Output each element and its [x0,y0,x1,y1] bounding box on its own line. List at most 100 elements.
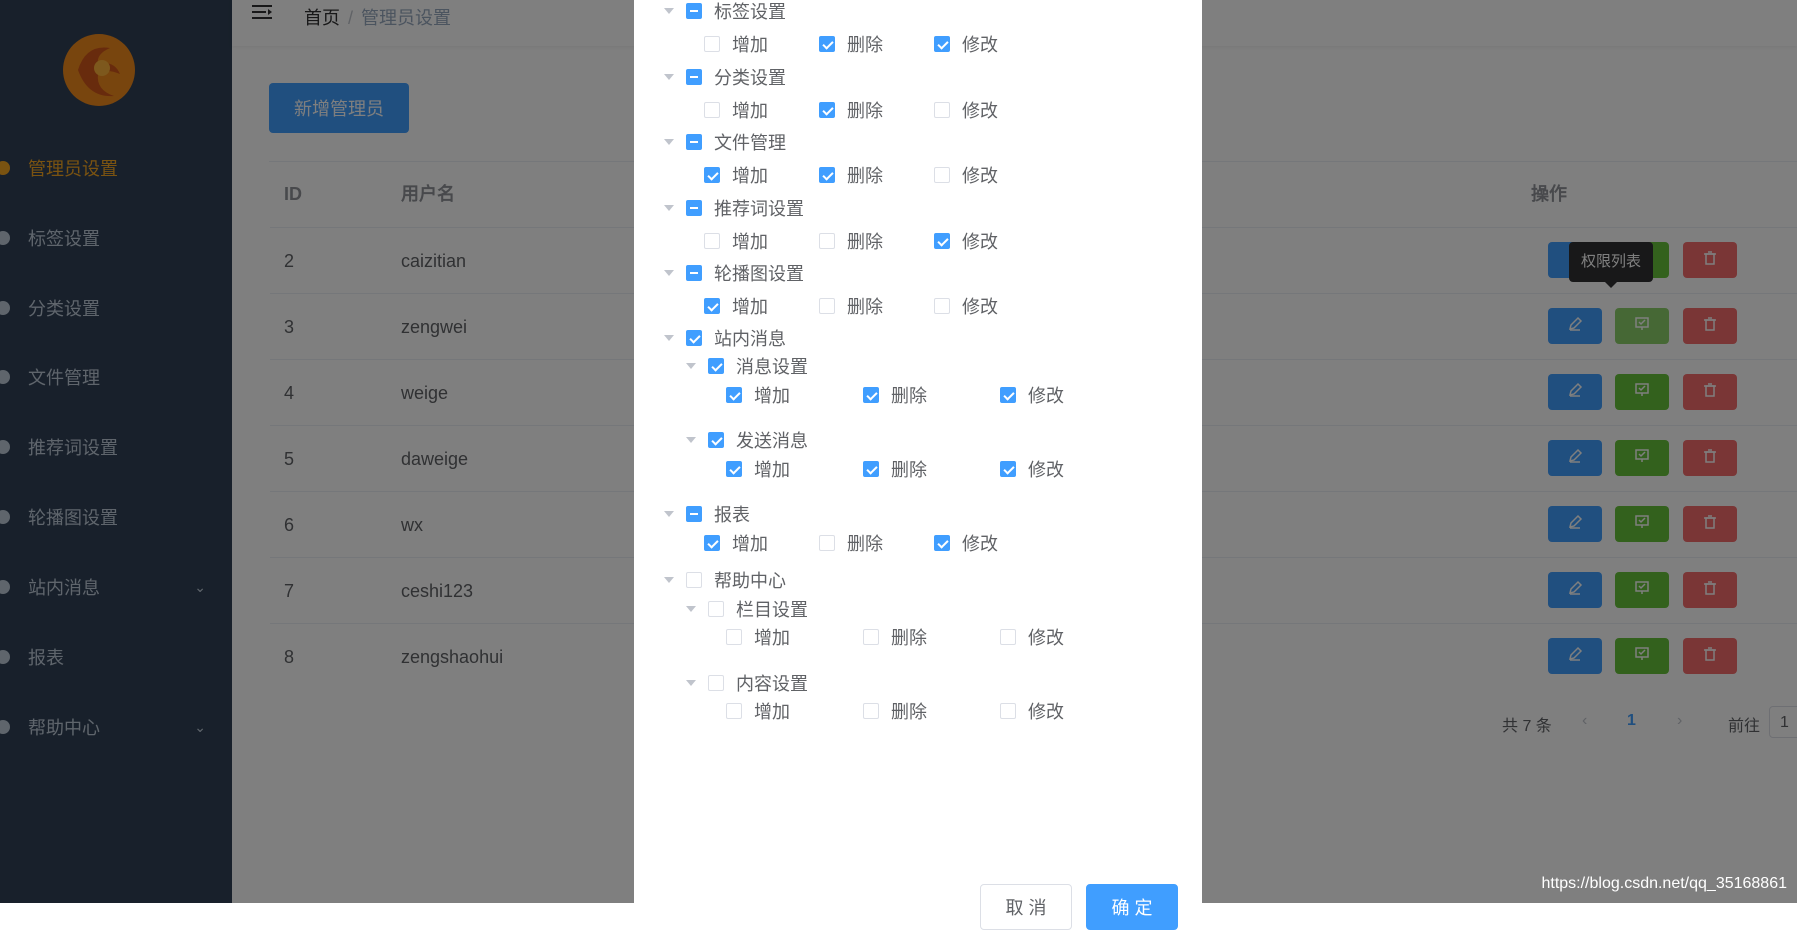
permission-checkbox[interactable]: 修改 [1000,696,1064,726]
checkbox-icon [819,535,835,551]
tree-node[interactable]: 标签设置 [664,0,786,26]
caret-down-icon[interactable] [686,680,696,686]
caret-down-icon[interactable] [664,74,674,80]
checkbox-icon [726,629,742,645]
permission-label: 修改 [1028,386,1064,406]
checkbox-icon [1000,629,1016,645]
checkbox-icon[interactable] [708,358,724,374]
checkbox-icon[interactable] [686,506,702,522]
checkbox-icon[interactable] [686,134,702,150]
permission-checkbox[interactable]: 修改 [1000,380,1064,410]
checkbox-icon[interactable] [708,432,724,448]
tree-node[interactable]: 帮助中心 [664,565,786,595]
permission-checkbox[interactable]: 修改 [1000,622,1064,652]
permission-label: 删除 [891,628,927,648]
permission-label: 修改 [962,35,998,55]
tree-node-label: 轮播图设置 [714,264,804,284]
caret-down-icon[interactable] [664,139,674,145]
permission-checkbox[interactable]: 删除 [863,380,927,410]
permission-checkbox[interactable]: 删除 [863,622,927,652]
permission-checkbox[interactable]: 增加 [704,160,768,190]
checkbox-icon [863,387,879,403]
tree-node[interactable]: 分类设置 [664,62,786,92]
cancel-button[interactable]: 取 消 [980,884,1072,930]
caret-down-icon[interactable] [686,363,696,369]
permission-checkbox[interactable]: 增加 [726,696,790,726]
caret-down-icon[interactable] [664,8,674,14]
permission-label: 修改 [962,232,998,252]
permission-checkbox[interactable]: 修改 [934,160,998,190]
checkbox-icon[interactable] [686,200,702,216]
permission-checkbox[interactable]: 修改 [1000,454,1064,484]
checkbox-icon [704,36,720,52]
checkbox-icon [704,298,720,314]
permission-checkbox[interactable]: 增加 [726,380,790,410]
permission-checkbox[interactable]: 修改 [934,291,998,321]
checkbox-icon [863,703,879,719]
checkbox-icon [863,461,879,477]
permission-checkbox[interactable]: 增加 [704,528,768,558]
checkbox-icon[interactable] [708,601,724,617]
permission-label: 删除 [847,35,883,55]
checkbox-icon [934,535,950,551]
permission-label: 增加 [754,628,790,648]
permission-checkbox[interactable]: 删除 [819,226,883,256]
checkbox-icon[interactable] [686,330,702,346]
checkbox-icon[interactable] [708,675,724,691]
tree-node-label: 消息设置 [736,357,808,377]
permission-checkbox[interactable]: 删除 [819,291,883,321]
caret-down-icon[interactable] [686,437,696,443]
permission-checkbox[interactable]: 删除 [819,528,883,558]
checkbox-icon[interactable] [686,69,702,85]
permission-label: 修改 [962,101,998,121]
permission-label: 删除 [891,386,927,406]
permission-checkbox[interactable]: 删除 [819,29,883,59]
permission-checkbox[interactable]: 增加 [704,95,768,125]
tree-node[interactable]: 轮播图设置 [664,258,804,288]
permission-checkbox[interactable]: 修改 [934,95,998,125]
tree-node[interactable]: 消息设置 [686,351,808,381]
checkbox-icon [1000,703,1016,719]
permission-checkbox[interactable]: 修改 [934,528,998,558]
permission-label: 增加 [732,297,768,317]
permission-checkbox[interactable]: 删除 [863,696,927,726]
permission-label: 修改 [1028,460,1064,480]
caret-down-icon[interactable] [664,511,674,517]
tree-node[interactable]: 推荐词设置 [664,193,804,223]
tree-node-label: 文件管理 [714,133,786,153]
permission-checkbox[interactable]: 增加 [704,291,768,321]
tree-node[interactable]: 栏目设置 [686,594,808,624]
permission-checkbox[interactable]: 删除 [819,95,883,125]
tree-node[interactable]: 内容设置 [686,668,808,698]
checkbox-icon [934,167,950,183]
caret-down-icon[interactable] [686,606,696,612]
permission-checkbox[interactable]: 增加 [704,29,768,59]
permission-checkbox[interactable]: 修改 [934,226,998,256]
tree-node[interactable]: 发送消息 [686,425,808,455]
permission-checkbox[interactable]: 删除 [863,454,927,484]
caret-down-icon[interactable] [664,335,674,341]
tree-node-label: 推荐词设置 [714,199,804,219]
permission-checkbox[interactable]: 增加 [726,622,790,652]
checkbox-icon[interactable] [686,572,702,588]
caret-down-icon[interactable] [664,577,674,583]
caret-down-icon[interactable] [664,270,674,276]
permission-checkbox[interactable]: 修改 [934,29,998,59]
tree-node[interactable]: 报表 [664,499,750,529]
checkbox-icon [934,102,950,118]
permission-checkbox[interactable]: 增加 [726,454,790,484]
permission-checkbox[interactable]: 增加 [704,226,768,256]
permission-label: 增加 [732,534,768,554]
checkbox-icon [934,233,950,249]
permission-checkbox[interactable]: 删除 [819,160,883,190]
tree-node[interactable]: 站内消息 [664,323,786,353]
tree-node-label: 站内消息 [714,329,786,349]
checkbox-icon [819,167,835,183]
tree-node[interactable]: 文件管理 [664,127,786,157]
tree-node-label: 报表 [714,505,750,525]
checkbox-icon [819,36,835,52]
caret-down-icon[interactable] [664,205,674,211]
confirm-button[interactable]: 确 定 [1086,884,1178,930]
checkbox-icon[interactable] [686,265,702,281]
checkbox-icon[interactable] [686,3,702,19]
